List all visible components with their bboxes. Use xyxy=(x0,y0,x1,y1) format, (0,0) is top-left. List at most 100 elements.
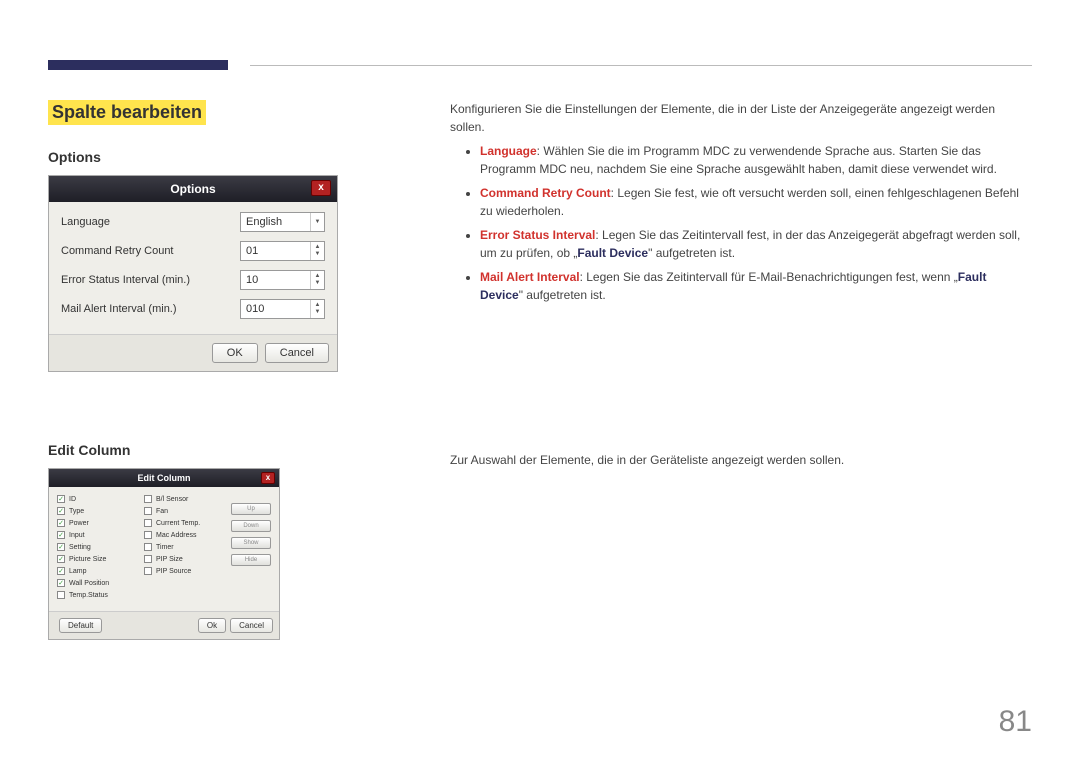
list-item-label: PIP Source xyxy=(156,568,191,575)
list-item[interactable]: PIP Size xyxy=(144,555,231,563)
errstatus-desc2: " aufgetreten ist. xyxy=(648,246,735,260)
mailalert-desc1: : Legen Sie das Zeitintervall für E-Mail… xyxy=(580,270,958,284)
list-item[interactable]: Current Temp. xyxy=(144,519,231,527)
show-button[interactable]: Show xyxy=(231,537,271,549)
list-item-label: Setting xyxy=(69,544,91,551)
list-item[interactable]: ✓Wall Position xyxy=(57,579,144,587)
list-item[interactable]: ✓Picture Size xyxy=(57,555,144,563)
language-label: Language xyxy=(61,216,110,228)
checkbox-icon[interactable] xyxy=(144,531,152,539)
cancel-button[interactable]: Cancel xyxy=(265,343,329,363)
list-item-label: Mac Address xyxy=(156,532,196,539)
checkbox-icon[interactable]: ✓ xyxy=(57,495,65,503)
language-value: English xyxy=(246,216,282,228)
list-item-label: Type xyxy=(69,508,84,515)
ok-button[interactable]: OK xyxy=(212,343,258,363)
mailalert-label: Mail Alert Interval (min.) xyxy=(61,303,177,315)
options-dialog-title: Options x xyxy=(49,176,337,202)
retry-spinner[interactable]: 01 ▲▼ xyxy=(240,241,325,261)
errstatus-row: Error Status Interval (min.) 10 ▲▼ xyxy=(61,270,325,290)
checkbox-icon[interactable]: ✓ xyxy=(57,567,65,575)
list-item-label: Fan xyxy=(156,508,168,515)
options-dialog-footer: OK Cancel xyxy=(49,334,337,371)
checkbox-icon[interactable]: ✓ xyxy=(57,519,65,527)
checkbox-icon[interactable] xyxy=(57,591,65,599)
options-dialog-body: Language English ▼ Command Retry Count 0… xyxy=(49,202,337,334)
list-item-label: Current Temp. xyxy=(156,520,200,527)
list-item[interactable]: ✓ Power xyxy=(57,519,144,527)
list-item[interactable]: ✓ Setting xyxy=(57,543,144,551)
spinner-arrows-icon: ▲▼ xyxy=(310,242,324,260)
down-button[interactable]: Down xyxy=(231,520,271,532)
list-item[interactable]: Mac Address xyxy=(144,531,231,539)
errstatus-key: Error Status Interval xyxy=(480,228,595,242)
list-item-label: Lamp xyxy=(69,568,87,575)
list-item-label: Power xyxy=(69,520,89,527)
ok-button[interactable]: Ok xyxy=(198,618,226,633)
checkbox-icon[interactable] xyxy=(144,519,152,527)
checkbox-icon[interactable]: ✓ xyxy=(57,579,65,587)
left-column: Spalte bearbeiten Options Options x Lang… xyxy=(48,100,348,640)
header-rule xyxy=(250,65,1032,66)
body-text-editcolumn: Zur Auswahl der Elemente, die in der Ger… xyxy=(450,453,1032,467)
mailalert-desc2: " aufgetreten ist. xyxy=(519,288,606,302)
retry-value: 01 xyxy=(246,245,258,257)
checkbox-icon[interactable]: ✓ xyxy=(57,531,65,539)
editcolumn-footer: Default Ok Cancel xyxy=(49,611,279,639)
checkbox-icon[interactable] xyxy=(144,495,152,503)
cancel-button[interactable]: Cancel xyxy=(230,618,273,633)
list-item[interactable]: ✓ Input xyxy=(57,531,144,539)
editcolumn-col1: ✓ ID ✓ Type ✓ Power ✓ Input ✓ Setting ✓Picture Siz… xyxy=(57,495,144,603)
checkbox-icon[interactable]: ✓ xyxy=(57,507,65,515)
options-dialog: Options x Language English ▼ Command Ret… xyxy=(48,175,338,372)
options-dialog-title-text: Options xyxy=(170,182,215,196)
mailalert-spinner[interactable]: 010 ▲▼ xyxy=(240,299,325,319)
list-item-label: Input xyxy=(69,532,85,539)
editcolumn-col2: B/l Sensor Fan Current Temp. Mac Address Tim… xyxy=(144,495,231,603)
list-item-label: Temp.Status xyxy=(69,592,108,599)
spinner-arrows-icon: ▲▼ xyxy=(310,271,324,289)
list-item-label: Timer xyxy=(156,544,174,551)
up-button[interactable]: Up xyxy=(231,503,271,515)
language-desc: : Wählen Sie die im Programm MDC zu verw… xyxy=(480,144,997,176)
checkbox-icon[interactable] xyxy=(144,543,152,551)
language-select[interactable]: English ▼ xyxy=(240,212,325,232)
list-item[interactable]: PIP Source xyxy=(144,567,231,575)
body-text-options: Konfigurieren Sie die Einstellungen der … xyxy=(450,100,1032,310)
language-bullet: Language: Wählen Sie die im Programm MDC… xyxy=(480,142,1032,178)
checkbox-icon[interactable] xyxy=(144,507,152,515)
default-button[interactable]: Default xyxy=(59,618,102,633)
list-item[interactable]: Fan xyxy=(144,507,231,515)
language-row: Language English ▼ xyxy=(61,212,325,232)
errstatus-spinner[interactable]: 10 ▲▼ xyxy=(240,270,325,290)
errstatus-value: 10 xyxy=(246,274,258,286)
editcolumn-subheading: Edit Column xyxy=(48,442,348,458)
editcolumn-body: ✓ ID ✓ Type ✓ Power ✓ Input ✓ Setting ✓Picture Siz… xyxy=(49,487,279,611)
editcolumn-title-text: Edit Column xyxy=(138,473,191,483)
checkbox-icon[interactable] xyxy=(144,555,152,563)
mailalert-key: Mail Alert Interval xyxy=(480,270,580,284)
close-icon[interactable]: x xyxy=(311,180,331,196)
intro-text: Konfigurieren Sie die Einstellungen der … xyxy=(450,100,1032,136)
list-item[interactable]: Temp.Status xyxy=(57,591,144,599)
list-item[interactable]: ✓ Type xyxy=(57,507,144,515)
editcol-desc: Zur Auswahl der Elemente, die in der Ger… xyxy=(450,453,1032,467)
list-item[interactable]: ✓ ID xyxy=(57,495,144,503)
list-item-label: B/l Sensor xyxy=(156,496,188,503)
list-item-label: ID xyxy=(69,496,76,503)
checkbox-icon[interactable]: ✓ xyxy=(57,543,65,551)
editcolumn-dialog-title: Edit Column x xyxy=(49,469,279,487)
chevron-down-icon: ▼ xyxy=(310,213,324,231)
checkbox-icon[interactable] xyxy=(144,567,152,575)
list-item[interactable]: Timer xyxy=(144,543,231,551)
mailalert-value: 010 xyxy=(246,303,264,315)
list-item[interactable]: B/l Sensor xyxy=(144,495,231,503)
list-item[interactable]: ✓ Lamp xyxy=(57,567,144,575)
options-subheading: Options xyxy=(48,149,348,165)
retry-label: Command Retry Count xyxy=(61,245,174,257)
retry-bullet: Command Retry Count: Legen Sie fest, wie… xyxy=(480,184,1032,220)
fault-device-term: Fault Device xyxy=(577,246,648,260)
close-icon[interactable]: x xyxy=(261,472,275,484)
checkbox-icon[interactable]: ✓ xyxy=(57,555,65,563)
hide-button[interactable]: Hide xyxy=(231,554,271,566)
